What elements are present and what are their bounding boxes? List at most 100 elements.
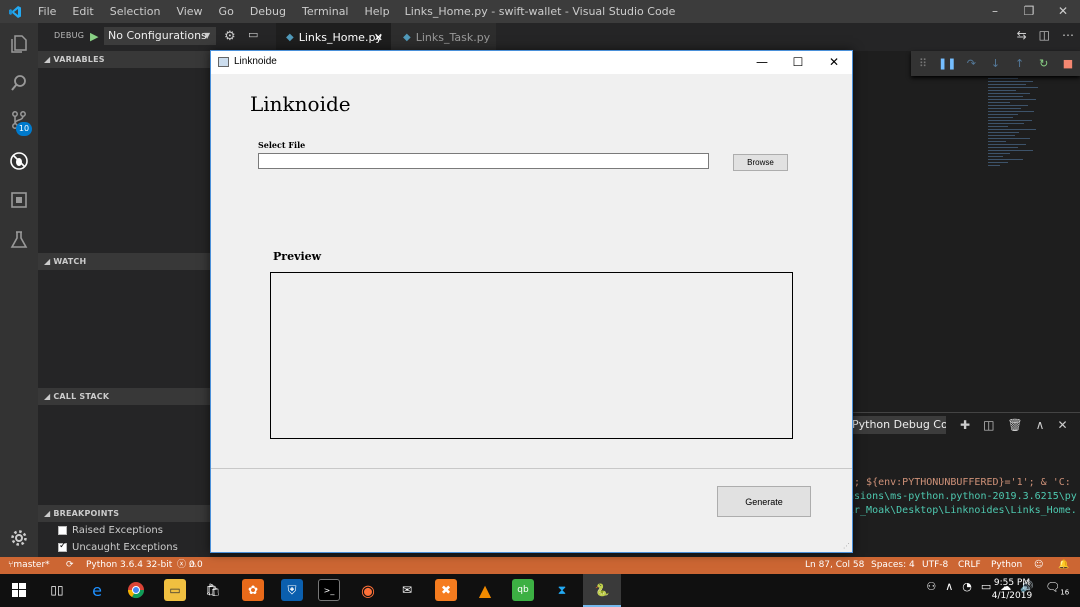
flask-icon[interactable]: [0, 221, 38, 259]
python-interpreter[interactable]: Python 3.6.4 32-bit: [86, 557, 172, 574]
app-green-icon[interactable]: qb: [512, 579, 534, 601]
app-orange-icon[interactable]: ✿: [242, 579, 264, 601]
windows-taskbar: ▯▯ e ▭ 🛍 ✿ ⛨ >_ ◉ ✉ ✖ ▲ qb ⧗ 🐍 ⚇ ∧ ◔ ▭ ☁…: [0, 574, 1080, 607]
menu-help[interactable]: Help: [357, 0, 398, 23]
debug-console-icon[interactable]: ▭: [248, 28, 258, 41]
file-explorer-icon[interactable]: ▭: [164, 579, 186, 601]
stop-icon[interactable]: ■: [1056, 57, 1080, 70]
settings-gear-icon[interactable]: [0, 519, 38, 557]
smiley-icon[interactable]: ☺: [1034, 557, 1043, 574]
encoding[interactable]: UTF-8: [922, 557, 948, 574]
shield-icon[interactable]: ⛨: [281, 579, 303, 601]
app-titlebar[interactable]: Linknoide — ☐ ✕: [211, 51, 852, 74]
terminal-select[interactable]: Python Debug Console: [848, 416, 946, 434]
vscode-titlebar: File Edit Selection View Go Debug Termin…: [0, 0, 1080, 23]
start-debug-icon[interactable]: ▶: [90, 30, 98, 43]
generate-button[interactable]: Generate: [717, 486, 811, 517]
edge-icon[interactable]: e: [86, 579, 108, 601]
minimap[interactable]: [988, 78, 1048, 228]
clock[interactable]: 9:55 PM 4/1/2019: [990, 577, 1034, 603]
pause-icon[interactable]: ❚❚: [935, 57, 959, 70]
menu-terminal[interactable]: Terminal: [294, 0, 357, 23]
firefox-icon[interactable]: ◉: [357, 579, 379, 601]
language-mode[interactable]: Python: [991, 557, 1022, 574]
uncaught-exceptions-checkbox[interactable]: [58, 541, 67, 552]
call-stack-header[interactable]: ◢ CALL STACK: [38, 388, 210, 405]
debug-label: DEBUG: [54, 31, 85, 40]
restore-icon[interactable]: ❐: [1012, 0, 1046, 23]
drag-handle-icon[interactable]: ⠿: [911, 57, 935, 70]
explorer-icon[interactable]: [0, 25, 38, 63]
task-view-icon[interactable]: ▯▯: [46, 579, 68, 601]
preview-box[interactable]: [270, 272, 793, 439]
cmd-icon[interactable]: >_: [318, 579, 340, 601]
bp-raised-exceptions[interactable]: Raised Exceptions: [58, 525, 163, 536]
indentation[interactable]: Spaces: 4: [871, 557, 915, 574]
split-editor-icon[interactable]: ◫: [1039, 28, 1050, 42]
resize-grip-icon[interactable]: ⋰: [843, 542, 850, 550]
maximize-panel-icon[interactable]: ∧: [1036, 418, 1045, 432]
app-minimize-icon[interactable]: —: [744, 51, 780, 74]
terminal-line: nsions\ms-python.python-2019.3.6215\py: [848, 491, 1077, 502]
chrome-icon[interactable]: [125, 579, 147, 601]
add-terminal-icon[interactable]: ✚: [960, 418, 970, 432]
more-actions-icon[interactable]: ⋯: [1062, 28, 1074, 42]
browse-button[interactable]: Browse: [733, 154, 788, 171]
cursor-position[interactable]: Ln 87, Col 58: [805, 557, 864, 574]
people-icon[interactable]: ⚇: [926, 580, 936, 593]
terminal-line: '; ${env:PYTHONUNBUFFERED}='1'; & 'C:: [848, 477, 1071, 488]
network-icon[interactable]: ◔: [962, 580, 972, 593]
trash-icon[interactable]: 🗑: [1007, 418, 1022, 432]
close-panel-icon[interactable]: ✕: [1057, 418, 1067, 432]
watch-header[interactable]: ◢ WATCH: [38, 253, 210, 270]
vlc-icon[interactable]: ▲: [474, 579, 496, 601]
compare-icon[interactable]: ⇆: [1017, 28, 1027, 42]
app-close-icon[interactable]: ✕: [816, 51, 852, 74]
extensions-icon[interactable]: [0, 181, 38, 219]
show-hidden-icon[interactable]: ∧: [945, 580, 953, 593]
menu-selection[interactable]: Selection: [102, 0, 169, 23]
line-ending[interactable]: CRLF: [958, 557, 981, 574]
menu-edit[interactable]: Edit: [64, 0, 101, 23]
app-window-controls: — ☐ ✕: [744, 51, 852, 74]
minimize-icon[interactable]: –: [978, 0, 1012, 23]
xampp-icon[interactable]: ✖: [435, 579, 457, 601]
menu-debug[interactable]: Debug: [242, 0, 294, 23]
action-center-icon[interactable]: 🗨16: [1045, 580, 1069, 596]
debug-icon[interactable]: [0, 142, 38, 180]
debug-config-select[interactable]: No Configurations: [104, 27, 216, 45]
vscode-logo-icon: [0, 0, 30, 23]
activity-bar: 10: [0, 23, 38, 557]
tab-links-task[interactable]: ◆ Links_Task.py: [391, 23, 496, 51]
breakpoints-header[interactable]: ◢ BREAKPOINTS: [38, 505, 210, 522]
git-branch[interactable]: ⑂ master*: [8, 557, 50, 574]
split-terminal-icon[interactable]: ◫: [983, 418, 994, 432]
tab-links-home[interactable]: ◆ Links_Home.py ✕: [276, 23, 391, 51]
step-out-icon[interactable]: ↑: [1008, 57, 1032, 70]
close-icon[interactable]: ✕: [1046, 0, 1080, 23]
menu-file[interactable]: File: [30, 0, 64, 23]
bell-icon[interactable]: 🔔: [1058, 557, 1069, 574]
problems-indicator[interactable]: ⓧ 0 ⚠ 0: [177, 557, 203, 574]
bp-uncaught-exceptions[interactable]: Uncaught Exceptions: [58, 541, 178, 553]
vscode-taskbar-icon[interactable]: ⧗: [551, 579, 573, 601]
search-icon[interactable]: [0, 64, 38, 102]
close-tab-icon[interactable]: ✕: [374, 31, 383, 44]
windows-start-icon[interactable]: [8, 579, 30, 601]
app-maximize-icon[interactable]: ☐: [780, 51, 816, 74]
menu-go[interactable]: Go: [211, 0, 242, 23]
file-path-input[interactable]: [258, 153, 709, 169]
bottom-panel: Python Debug Console ✚ ◫ 🗑 ∧ ✕ '; ${env:…: [848, 412, 1080, 557]
variables-header[interactable]: ◢ VARIABLES: [38, 51, 210, 68]
restart-icon[interactable]: ↻: [1032, 57, 1056, 70]
step-over-icon[interactable]: ↷: [959, 57, 983, 70]
chevron-down-icon: ▼: [204, 31, 211, 40]
debug-settings-gear-icon[interactable]: ⚙: [224, 29, 236, 44]
store-icon[interactable]: 🛍: [202, 579, 224, 601]
mail-icon[interactable]: ✉: [396, 579, 418, 601]
python-app-icon[interactable]: 🐍: [591, 579, 613, 601]
sync-icon[interactable]: ⟳: [66, 557, 74, 574]
menu-view[interactable]: View: [168, 0, 210, 23]
raised-exceptions-checkbox[interactable]: [58, 526, 67, 535]
step-into-icon[interactable]: ↓: [983, 57, 1007, 70]
